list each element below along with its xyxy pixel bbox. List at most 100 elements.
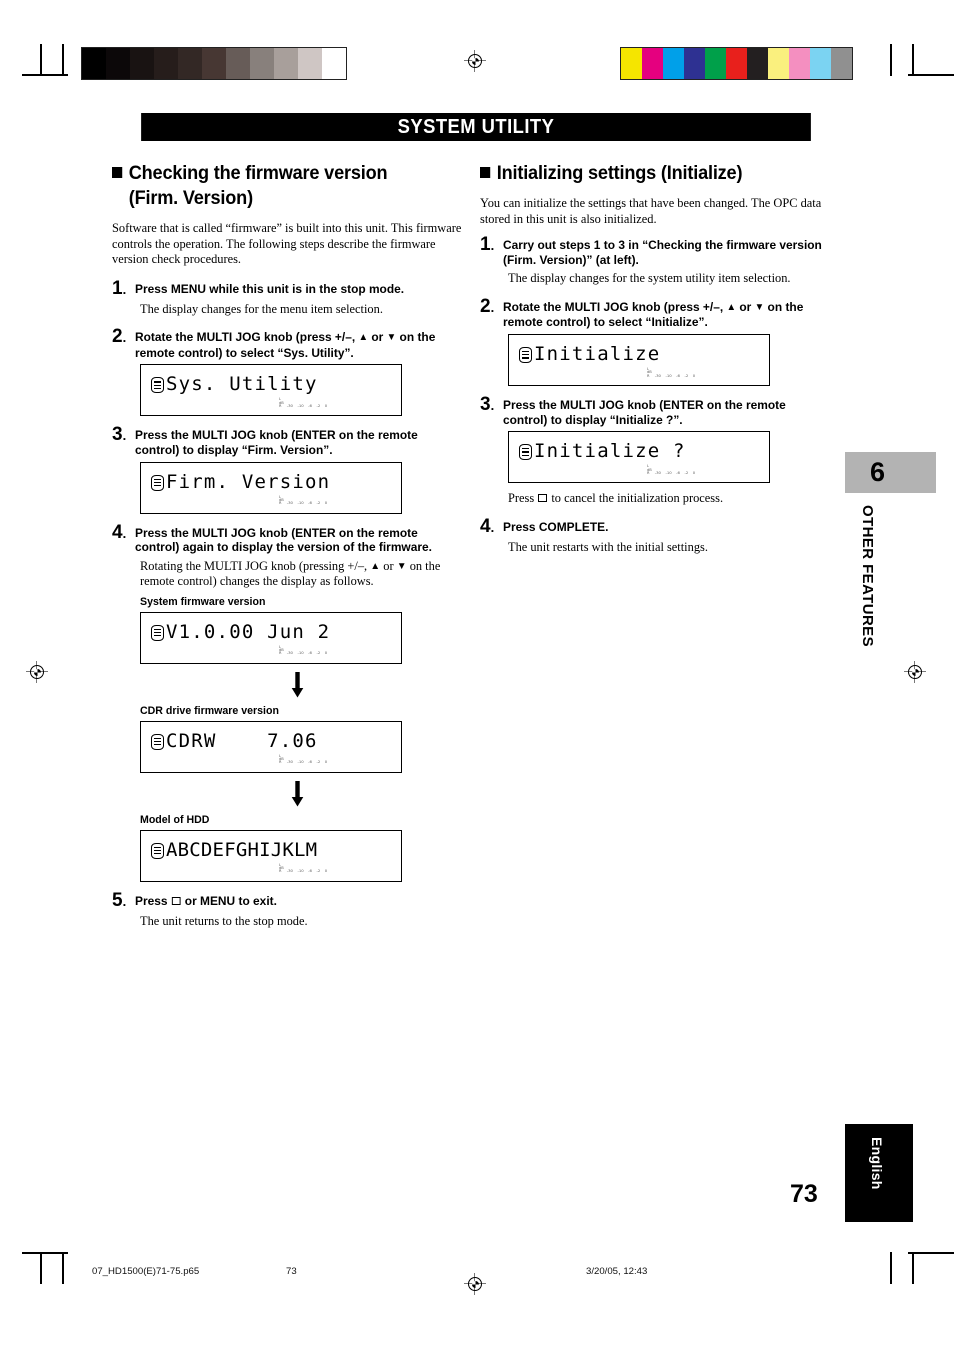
crop-mark-top-right-v bbox=[890, 44, 892, 76]
right-step-4: 4. Press COMPLETE. bbox=[480, 515, 840, 537]
hdd-disc-icon bbox=[151, 474, 164, 491]
meter-db-ticks: -30 -10 -6 -2 0 bbox=[655, 470, 695, 475]
left-step-3-number: 3. bbox=[112, 424, 127, 446]
right-step-2-text-a: Rotate the MULTI JOG knob (press +/–, bbox=[503, 299, 727, 314]
lcd-display-firm-version: Firm. Version LdB R -30 -10 -6 -2 0 bbox=[140, 461, 402, 514]
right-step-4-number: 4. bbox=[480, 515, 495, 537]
lcd-display-initialize: Initialize LdB R -30 -10 -6 -2 0 bbox=[508, 333, 770, 386]
left-step-2-text-b: or bbox=[368, 330, 387, 345]
flow-arrow-2 bbox=[112, 780, 472, 812]
meter-db-tick: -30 bbox=[286, 868, 293, 874]
triangle-down-icon: ▼ bbox=[396, 560, 407, 572]
triangle-up-icon: ▲ bbox=[370, 560, 381, 572]
meter-db-tick: -6 bbox=[308, 868, 312, 874]
right-step-3-number: 3. bbox=[480, 393, 495, 415]
left-step-2-text-a: Rotate the MULTI JOG knob (press +/–, bbox=[135, 330, 359, 345]
footer-page: 73 bbox=[286, 1266, 297, 1277]
flow-arrow-1 bbox=[112, 671, 472, 703]
meter-db-tick: -30 bbox=[654, 372, 661, 378]
square-bullet-icon bbox=[480, 167, 491, 178]
triangle-up-icon: ▲ bbox=[358, 332, 369, 344]
meter-lr-labels: LdB R bbox=[279, 862, 284, 874]
meter-db-tick: -2 bbox=[684, 372, 689, 378]
left-step-4: 4. Press the MULTI JOG knob (ENTER on th… bbox=[112, 521, 472, 555]
left-step-2-text: Rotate the MULTI JOG knob (press +/–, ▲ … bbox=[135, 328, 462, 360]
caption-cdr-firmware: CDR drive firmware version bbox=[140, 704, 279, 717]
right-step-4-text: Press COMPLETE. bbox=[503, 519, 609, 534]
meter-lr-labels: LdB R bbox=[279, 644, 284, 656]
grayscale-swatch bbox=[322, 48, 346, 79]
lcd-level-meter-scale: LdB R -30 -10 -6 -2 0 bbox=[279, 644, 327, 656]
color-swatch bbox=[789, 48, 810, 79]
meter-db-tick: -2 bbox=[316, 868, 321, 874]
triangle-down-icon: ▼ bbox=[754, 301, 765, 313]
lcd-display-cdr-firmware: CDRW 7.06 LdB R -30 -10 -6 -2 0 bbox=[140, 720, 402, 773]
lcd-level-meter-scale: LdB R -30 -10 -6 -2 0 bbox=[279, 862, 327, 874]
footer-date: 3/20/05, 12:43 bbox=[586, 1266, 648, 1277]
right-step-3: 3. Press the MULTI JOG knob (ENTER on th… bbox=[480, 393, 840, 427]
left-heading-line1: Checking the firmware version bbox=[128, 162, 388, 184]
left-step-2: 2. Rotate the MULTI JOG knob (press +/–,… bbox=[112, 326, 472, 360]
meter-db-tick: -30 bbox=[286, 759, 293, 765]
right-step-4-sub: The unit restarts with the initial setti… bbox=[508, 539, 708, 554]
meter-db-tick: 0 bbox=[324, 403, 328, 409]
grayscale-swatch bbox=[154, 48, 178, 79]
meter-db-ticks: -30 -10 -6 -2 0 bbox=[287, 403, 327, 408]
grayscale-swatch bbox=[226, 48, 250, 79]
lcd-text-initialize: Initialize bbox=[534, 342, 661, 365]
right-step-3-text: Press the MULTI JOG knob (ENTER on the r… bbox=[503, 397, 786, 427]
lcd-display-sys-utility: Sys. Utility LdB R -30 -10 -6 -2 0 bbox=[140, 364, 402, 417]
hdd-disc-icon bbox=[151, 842, 164, 859]
registration-mark-bottom bbox=[464, 1273, 486, 1295]
lcd-display-hdd-model: ABCDEFGHIJKLM LdB R -30 -10 -6 -2 0 bbox=[140, 829, 402, 882]
left-step-1-number: 1. bbox=[112, 277, 127, 299]
left-intro-paragraph: Software that is called “firmware” is bu… bbox=[112, 221, 462, 267]
crop-mark-bottom-left-v bbox=[40, 1252, 42, 1284]
meter-db-tick: -30 bbox=[654, 469, 661, 475]
chapter-label: OTHER FEATURES bbox=[859, 505, 876, 647]
crop-mark-top-left-tick bbox=[62, 44, 64, 76]
meter-lr-labels: LdB R bbox=[647, 366, 652, 378]
meter-db-tick: -30 bbox=[286, 403, 293, 409]
hdd-disc-icon bbox=[519, 444, 532, 461]
lcd-level-meter-scale: LdB R -30 -10 -6 -2 0 bbox=[279, 495, 328, 506]
meter-db-tick: -10 bbox=[297, 759, 304, 765]
stop-button-icon bbox=[538, 494, 548, 503]
meter-db-tick: -2 bbox=[316, 403, 321, 409]
left-step-5-text-a: Press bbox=[135, 893, 171, 908]
crop-mark-bottom-left-tick bbox=[62, 1252, 64, 1284]
grayscale-swatch bbox=[82, 48, 106, 79]
registration-mark-top bbox=[464, 50, 486, 72]
left-step-5-number: 5. bbox=[112, 889, 127, 911]
left-step-3: 3. Press the MULTI JOG knob (ENTER on th… bbox=[112, 424, 472, 457]
left-heading-line2: (Firm. Version) bbox=[128, 187, 253, 209]
right-step-2: 2. Rotate the MULTI JOG knob (press +/–,… bbox=[480, 297, 840, 330]
left-step-4-number: 4. bbox=[112, 521, 127, 543]
meter-lr-labels: LdB R bbox=[279, 753, 284, 765]
meter-db-ticks: -30 -10 -6 -2 0 bbox=[287, 868, 327, 873]
grayscale-swatch bbox=[202, 48, 226, 79]
hdd-disc-icon bbox=[151, 377, 164, 394]
left-column: Checking the firmware version (Firm. Ver… bbox=[112, 161, 472, 940]
lcd-level-meter-scale: LdB R -30 -10 -6 -2 0 bbox=[279, 397, 327, 408]
meter-db-tick: -30 bbox=[286, 500, 293, 506]
left-step-5-text: Press or MENU to exit. bbox=[135, 892, 277, 910]
color-swatch bbox=[684, 48, 705, 79]
color-swatch bbox=[747, 48, 768, 79]
meter-db-tick: 0 bbox=[324, 500, 328, 506]
left-step-2-number: 2. bbox=[112, 326, 127, 348]
left-step-4-sub-b: or bbox=[380, 558, 397, 573]
grayscale-swatch bbox=[130, 48, 154, 79]
chapter-number-tab: 6 bbox=[845, 452, 936, 493]
meter-db-ticks: -30 -10 -6 -2 0 bbox=[655, 373, 695, 378]
meter-db-tick: -2 bbox=[316, 650, 321, 656]
left-step-1: 1. Press MENU while this unit is in the … bbox=[112, 277, 472, 299]
right-step-3-sub-a: Press bbox=[508, 491, 538, 506]
lcd-level-meter-scale: LdB R -30 -10 -6 -2 0 bbox=[647, 464, 695, 475]
right-step-3-sub-b: to cancel the initialization process. bbox=[548, 491, 724, 506]
right-heading-text: Initializing settings (Initialize) bbox=[496, 162, 743, 184]
page-content: SYSTEM UTILITY Checking the firmware ver… bbox=[112, 113, 840, 940]
meter-db-tick: -30 bbox=[286, 650, 293, 656]
right-step-1: 1. Carry out steps 1 to 3 in “Checking t… bbox=[480, 235, 840, 267]
meter-db-ticks: -30 -10 -6 -2 0 bbox=[287, 650, 327, 655]
